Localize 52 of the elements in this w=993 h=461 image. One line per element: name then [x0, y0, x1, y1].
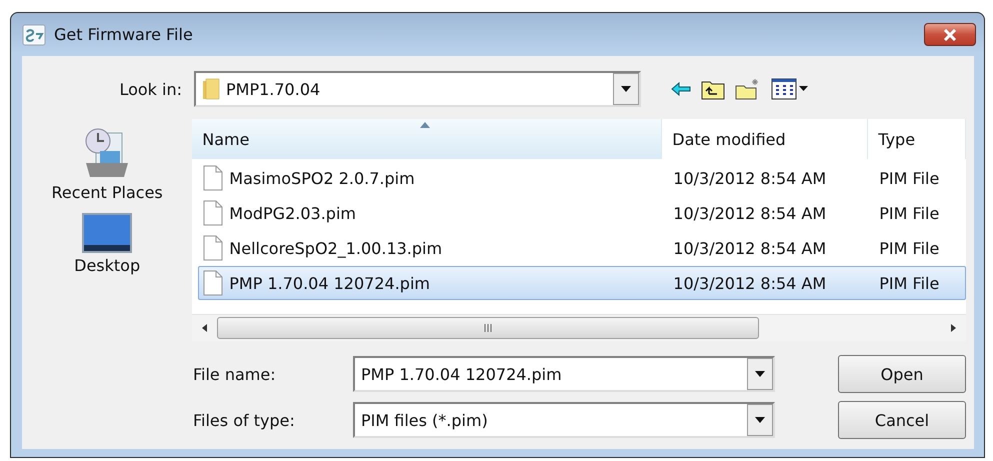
- caret-icon: [621, 86, 631, 92]
- file-name-label: File name:: [193, 364, 277, 384]
- place-item[interactable]: Recent Places: [46, 125, 169, 204]
- file-row[interactable]: PMP 1.70.04 120724.pim 10/3/2012 8:54 AM PIM File: [198, 266, 966, 300]
- folder-icon: [202, 78, 220, 100]
- dropdown-button[interactable]: [747, 404, 773, 436]
- date-modified: 10/3/2012 8:54 AM: [673, 168, 826, 188]
- close-button[interactable]: [924, 23, 976, 46]
- look-in-value: PMP1.70.04: [226, 80, 322, 98]
- file-name: NellcoreSpO2_1.00.13.pim: [229, 238, 442, 258]
- date-modified: 10/3/2012 8:54 AM: [673, 238, 826, 258]
- scroll-thumb[interactable]: [217, 317, 760, 339]
- file-type-label: Files of type:: [193, 410, 296, 430]
- desktop-icon: [81, 212, 134, 254]
- file-type: PIM File: [879, 238, 940, 258]
- file-row[interactable]: MasimoSPO2 2.0.7.pim 10/3/2012 8:54 AM PIM File: [198, 161, 966, 195]
- dropdown-button[interactable]: [613, 73, 639, 105]
- caret-icon: [755, 417, 765, 423]
- scroll-right-icon[interactable]: [951, 324, 956, 332]
- grip-icon: [484, 324, 493, 332]
- file-name: ModPG2.03.pim: [229, 204, 356, 222]
- view-menu-icon[interactable]: [771, 78, 809, 100]
- close-icon: [943, 28, 957, 40]
- file-row[interactable]: NellcoreSpO2_1.00.13.pim 10/3/2012 8:54 AM PIM File: [198, 231, 966, 265]
- file-icon: [203, 270, 224, 296]
- open-button[interactable]: Open: [838, 355, 966, 393]
- app-icon: [22, 24, 46, 46]
- file-name: PMP 1.70.04 120724.pim: [229, 274, 430, 292]
- scroll-left-icon[interactable]: [202, 324, 208, 332]
- file-type: PIM File: [879, 274, 940, 292]
- column-header[interactable]: Name: [192, 119, 662, 159]
- file-icon: [203, 165, 224, 191]
- place-item[interactable]: Desktop: [68, 210, 146, 277]
- new-folder-icon[interactable]: [735, 78, 761, 100]
- cancel-button[interactable]: Cancel: [838, 401, 966, 439]
- file-name: MasimoSPO2 2.0.7.pim: [229, 168, 415, 188]
- file-icon: [203, 235, 224, 261]
- file-row[interactable]: ModPG2.03.pim 10/3/2012 8:54 AM PIM File: [198, 196, 966, 230]
- look-in-dropdown[interactable]: PMP1.70.04: [194, 71, 641, 107]
- dropdown-button[interactable]: [747, 358, 773, 390]
- back-arrow-icon[interactable]: [671, 82, 691, 96]
- date-modified: 10/3/2012 8:54 AM: [673, 274, 826, 292]
- file-name-field[interactable]: PMP 1.70.04 120724.pim: [353, 356, 775, 392]
- window-title: Get Firmware File: [54, 25, 194, 44]
- file-type: PIM File: [879, 204, 940, 222]
- file-type-dropdown[interactable]: PIM files (*.pim): [353, 402, 775, 438]
- file-icon: [203, 200, 224, 226]
- file-type: PIM File: [879, 168, 940, 188]
- look-in-label: Look in:: [118, 80, 183, 98]
- caret-icon: [755, 371, 765, 377]
- date-modified: 10/3/2012 8:54 AM: [673, 204, 826, 222]
- sort-arrow-icon: [420, 122, 430, 128]
